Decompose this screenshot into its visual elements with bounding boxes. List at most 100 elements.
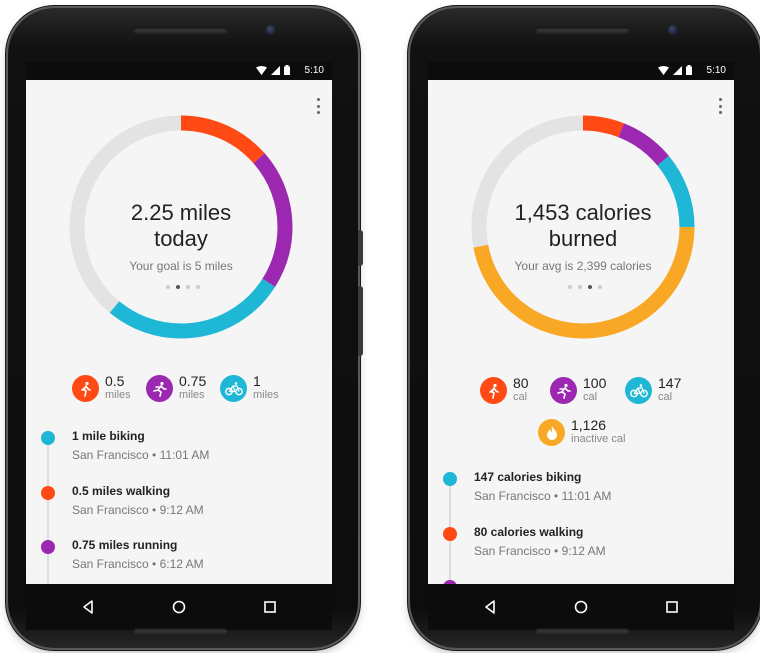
overflow-menu-icon[interactable] (716, 98, 724, 114)
stat-value: 1 (253, 373, 261, 389)
timeline-dot (443, 527, 457, 541)
stat-value: 0.75 (179, 373, 207, 389)
front-camera (668, 25, 678, 35)
timeline-meta: San Francisco • 11:01 AM (474, 489, 612, 503)
timeline-dot (41, 486, 55, 500)
stat-unit: cal (658, 391, 673, 403)
timeline-dot (443, 472, 457, 486)
recents-button[interactable] (662, 597, 682, 617)
timeline-title: 0.5 miles walking (72, 484, 171, 498)
walking-icon (480, 377, 507, 404)
average-text: Your avg is 2,399 calories (514, 259, 652, 273)
headline-value: 2.25 miles (130, 200, 232, 225)
earpiece-speaker (535, 27, 630, 34)
stat-biking: 1 miles (220, 374, 279, 402)
battery-icon (284, 65, 290, 75)
timeline-dot (41, 540, 55, 554)
stat-unit: cal (513, 391, 528, 403)
headline-value: 1,453 calories (514, 200, 652, 225)
cell-signal-icon (271, 65, 280, 75)
page-indicator (166, 285, 200, 289)
bottom-speaker (535, 628, 630, 635)
back-icon (485, 600, 495, 614)
timeline-meta: San Francisco • 11:01 AM (72, 448, 210, 462)
status-bar: 5:10 (26, 62, 332, 80)
fit-screen-distance: 5:10 2.25 miles today Your goal is 5 mil… (26, 62, 332, 630)
nav-bar (26, 584, 332, 630)
stat-inactive: 1,126 inactive cal (538, 418, 625, 446)
page-dot (598, 285, 602, 289)
bike-icon (220, 375, 247, 402)
timeline-title: 147 calories biking (474, 470, 582, 484)
status-bar: 5:10 (428, 62, 734, 80)
stat-running: 100 cal (550, 376, 606, 404)
back-button[interactable] (480, 597, 500, 617)
stat-value: 147 (658, 375, 682, 391)
timeline-meta: San Francisco • 6:12 AM (72, 557, 204, 571)
stat-value: 1,126 (571, 417, 607, 433)
fit-screen-calories: 5:10 1,453 calories burned Your avg is 2… (428, 62, 734, 630)
volume-button (358, 286, 363, 356)
page-dot (186, 285, 190, 289)
phone-right: 5:10 1,453 calories burned Your avg is 2… (410, 8, 760, 648)
power-button (358, 230, 363, 266)
battery-icon (686, 65, 692, 75)
timeline-meta: San Francisco • 9:12 AM (72, 503, 204, 517)
page-dot-active (588, 285, 592, 289)
stat-unit: miles (105, 389, 131, 401)
calories-headline: 1,453 calories burned (468, 200, 698, 252)
earpiece-speaker (133, 27, 228, 34)
recents-button[interactable] (260, 597, 280, 617)
page-dot-active (176, 285, 180, 289)
home-icon (574, 600, 588, 614)
home-button[interactable] (169, 597, 189, 617)
goal-text: Your goal is 5 miles (129, 259, 233, 273)
running-icon (550, 377, 577, 404)
distance-headline: 2.25 miles today (66, 200, 296, 252)
page-dot (166, 285, 170, 289)
timeline-dot (41, 431, 55, 445)
stat-walking: 0.5 miles (72, 374, 131, 402)
home-icon (172, 600, 186, 614)
page-dot (578, 285, 582, 289)
phone-left: 5:10 2.25 miles today Your goal is 5 mil… (8, 8, 363, 648)
front-camera (266, 25, 276, 35)
stat-unit: miles (253, 389, 279, 401)
home-button[interactable] (571, 597, 591, 617)
stat-biking: 147 cal (625, 376, 681, 404)
stat-unit: cal (583, 391, 598, 403)
stat-unit: miles (179, 389, 205, 401)
bottom-speaker (133, 628, 228, 635)
page-dot (196, 285, 200, 289)
headline-suffix: burned (548, 226, 618, 251)
status-time: 5:10 (706, 65, 726, 76)
headline-suffix: today (154, 226, 208, 251)
wifi-icon (256, 65, 267, 75)
stat-value: 80 (513, 375, 529, 391)
recents-icon (264, 601, 276, 613)
timeline-line (47, 440, 49, 590)
cell-signal-icon (673, 65, 682, 75)
timeline-title: 80 calories walking (474, 525, 584, 539)
stat-value: 100 (583, 375, 607, 391)
bike-icon (625, 377, 652, 404)
timeline-title: 1 mile biking (72, 429, 145, 443)
timeline-meta: San Francisco • 9:12 AM (474, 544, 606, 558)
back-button[interactable] (78, 597, 98, 617)
stat-running: 0.75 miles (146, 374, 206, 402)
flame-icon (538, 419, 565, 446)
running-icon (146, 375, 173, 402)
status-time: 5:10 (304, 65, 324, 76)
walking-icon (72, 375, 99, 402)
stat-unit: inactive cal (571, 433, 626, 445)
page-indicator (568, 285, 602, 289)
timeline-title: 0.75 miles running (72, 538, 178, 552)
stat-value: 0.5 (105, 373, 125, 389)
nav-bar (428, 584, 734, 630)
overflow-menu-icon[interactable] (314, 98, 322, 114)
wifi-icon (658, 65, 669, 75)
page-dot (568, 285, 572, 289)
recents-icon (666, 601, 678, 613)
stat-walking: 80 cal (480, 376, 529, 404)
back-icon (83, 600, 93, 614)
